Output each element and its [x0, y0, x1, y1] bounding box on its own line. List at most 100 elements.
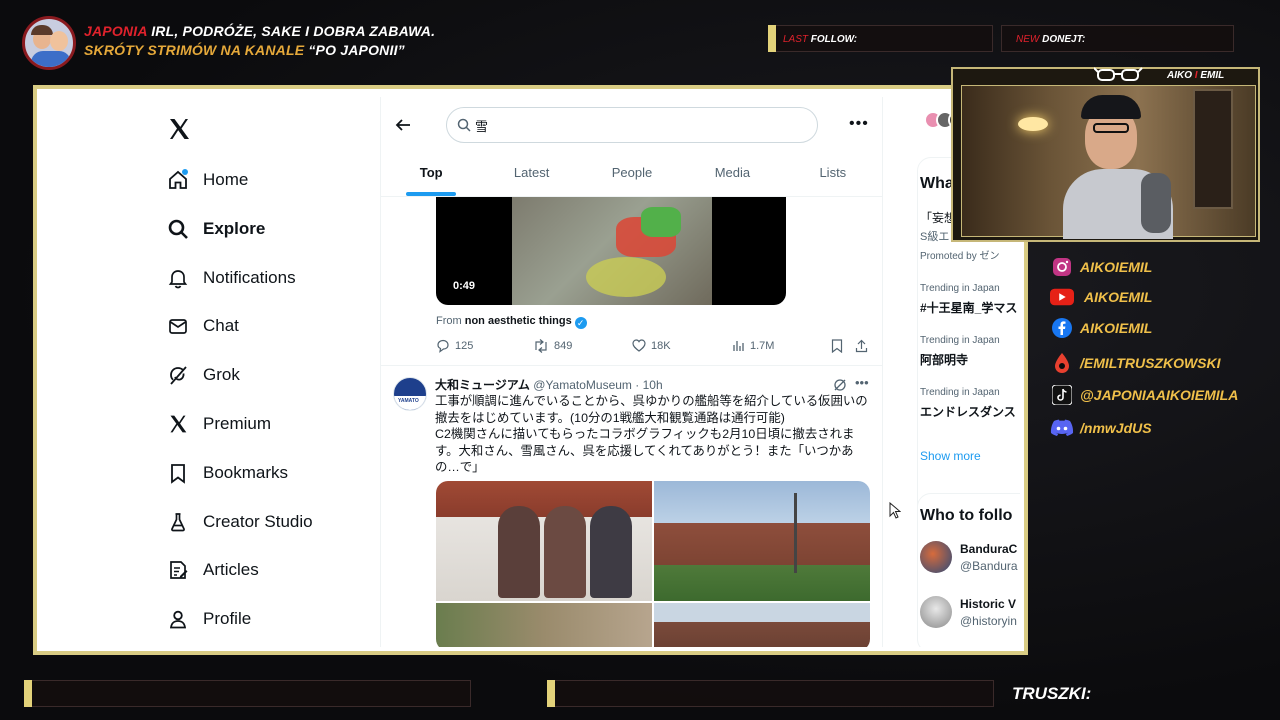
- reply-button[interactable]: 125: [436, 339, 473, 353]
- nav-label: Profile: [203, 609, 252, 628]
- nav-item-premium[interactable]: Premium: [165, 408, 271, 440]
- nav-item-articles[interactable]: Articles: [165, 554, 259, 586]
- post-actions: 125 849 18K 1.7M: [436, 339, 876, 357]
- nav-item-creator-studio[interactable]: Creator Studio: [165, 506, 313, 538]
- suggested-name[interactable]: BanduraC: [960, 542, 1017, 556]
- search-input[interactable]: 雪: [446, 107, 818, 143]
- truszki-label: TRUSZKI:: [1012, 684, 1092, 703]
- x-logo-icon[interactable]: [167, 117, 191, 141]
- post-header: 大和ミュージアム @YamatoMuseum · 10h: [435, 376, 663, 393]
- tab-media[interactable]: Media: [682, 149, 782, 196]
- verified-badge-icon: ✓: [574, 317, 587, 329]
- nav-item-chat[interactable]: Chat: [165, 310, 239, 342]
- last-follow-box: LAST FOLLOW:: [768, 25, 993, 52]
- tab-top[interactable]: Top: [381, 149, 481, 196]
- tab-people[interactable]: People: [582, 149, 682, 196]
- trend-name[interactable]: 阿部明寺: [920, 351, 968, 368]
- article-icon: [165, 557, 191, 583]
- social-tiktok: @JAPONIAAIKOIEMILA: [1050, 384, 1238, 406]
- stream-overlay: JAPONIA IRL, PODRÓŻE, SAKE I DOBRA ZABAW…: [0, 0, 1280, 720]
- ticker-bar-left: [24, 680, 471, 707]
- browser-capture-frame: Home Explore Notifications Chat Grok Premium B…: [33, 85, 1028, 655]
- who-to-follow-title: Who to follo: [920, 507, 1013, 524]
- x-page: Home Explore Notifications Chat Grok Premium B…: [41, 97, 1020, 647]
- search-value: 雪: [475, 118, 489, 134]
- webcam-feed: [951, 67, 1260, 242]
- channel-logo: [22, 16, 76, 70]
- nav-label: Explore: [203, 219, 266, 238]
- post-avatar[interactable]: YAMATO: [393, 377, 427, 411]
- nav-item-grok[interactable]: Grok: [165, 359, 240, 391]
- glasses-icon: [1093, 66, 1144, 87]
- repost-button[interactable]: 849: [533, 339, 572, 353]
- grok-icon: [165, 362, 191, 388]
- webcam-label: AIKO I EMIL: [1167, 70, 1225, 81]
- nav-label: Home: [203, 170, 249, 189]
- bell-icon: [165, 265, 191, 291]
- search-icon: [165, 216, 191, 242]
- nav-item-home[interactable]: Home: [165, 164, 248, 196]
- x-sidebar: Home Explore Notifications Chat Grok Premium B…: [41, 97, 381, 647]
- post-divider: [381, 365, 882, 366]
- x-logo-icon: [165, 411, 191, 437]
- share-button[interactable]: [855, 339, 873, 353]
- social-instagram: AIKOIEMIL: [1050, 256, 1152, 278]
- post-author-name[interactable]: 大和ミュージアム: [435, 378, 530, 392]
- more-options-icon[interactable]: •••: [849, 115, 869, 133]
- source-account-link[interactable]: non aesthetic things: [465, 315, 572, 327]
- post-image-building[interactable]: [654, 603, 870, 647]
- mail-icon: [165, 313, 191, 339]
- unread-dot: [182, 169, 188, 175]
- post-author-handle[interactable]: @YamatoMuseum: [533, 378, 632, 392]
- home-icon: [165, 167, 191, 193]
- social-discord: /nmwJdUS: [1050, 417, 1152, 439]
- trend-name[interactable]: エンドレスダンス: [920, 403, 1016, 420]
- bookmark-icon: [831, 339, 843, 353]
- post-time[interactable]: · 10h: [635, 378, 662, 392]
- social-facebook: AIKOIEMIL: [1050, 317, 1152, 339]
- tiktok-icon: [1050, 384, 1074, 406]
- suggested-name[interactable]: Historic V: [960, 597, 1016, 611]
- drop-icon: [1050, 352, 1074, 374]
- like-button[interactable]: 18K: [632, 339, 671, 352]
- instagram-icon: [1050, 256, 1074, 278]
- suggested-avatar[interactable]: [920, 596, 952, 628]
- share-icon: [855, 339, 868, 353]
- post-more-icon[interactable]: •••: [855, 375, 869, 390]
- overlay-title: JAPONIA IRL, PODRÓŻE, SAKE I DOBRA ZABAW…: [84, 23, 436, 39]
- nav-item-bookmarks[interactable]: Bookmarks: [165, 457, 288, 489]
- suggested-handle: @historyin: [960, 614, 1017, 628]
- bookmark-button[interactable]: [831, 339, 848, 353]
- post-image-trees[interactable]: [436, 603, 652, 647]
- search-tabs: Top Latest People Media Lists: [381, 149, 882, 197]
- nav-item-notifications[interactable]: Notifications: [165, 262, 296, 294]
- views-button[interactable]: 1.7M: [732, 339, 774, 352]
- post-image-mural[interactable]: [436, 481, 652, 601]
- post-text: 工事が順調に進んでいることから、呉ゆかりの艦船等を紹介している仮囲いの撤去をはじ…: [435, 394, 868, 474]
- show-more-link[interactable]: Show more: [920, 449, 981, 463]
- nav-label: Creator Studio: [203, 512, 313, 531]
- flask-icon: [165, 509, 191, 535]
- trend-name[interactable]: #十王星南_学マス: [920, 299, 1017, 316]
- trend-category: Trending in Japan: [920, 387, 1000, 398]
- new-donation-box: NEW DONEJT:: [1001, 25, 1234, 52]
- trend-category: Trending in Japan: [920, 335, 1000, 346]
- nav-item-profile[interactable]: Profile: [165, 603, 251, 635]
- social-youtube: AIKOEMIL: [1050, 286, 1152, 308]
- tab-lists[interactable]: Lists: [783, 149, 882, 196]
- post-image-wall[interactable]: [654, 481, 870, 601]
- video-player[interactable]: 0:49: [436, 197, 786, 305]
- views-icon: [733, 341, 744, 351]
- suggested-handle: @Bandura: [960, 559, 1018, 573]
- nav-item-explore[interactable]: Explore: [165, 213, 265, 245]
- ticker-bar-middle: [547, 680, 994, 707]
- heart-icon: [632, 339, 646, 352]
- tab-latest[interactable]: Latest: [481, 149, 581, 196]
- repost-icon: [535, 339, 547, 353]
- overlay-subtitle: SKRÓTY STRIMÓW NA KANALE “PO JAPONII”: [84, 42, 405, 58]
- trend-category: Trending in Japan: [920, 283, 1000, 294]
- nav-label: Articles: [203, 560, 259, 579]
- suggested-avatar[interactable]: [920, 541, 952, 573]
- video-duration: 0:49: [453, 280, 476, 292]
- back-arrow-icon[interactable]: [395, 117, 411, 138]
